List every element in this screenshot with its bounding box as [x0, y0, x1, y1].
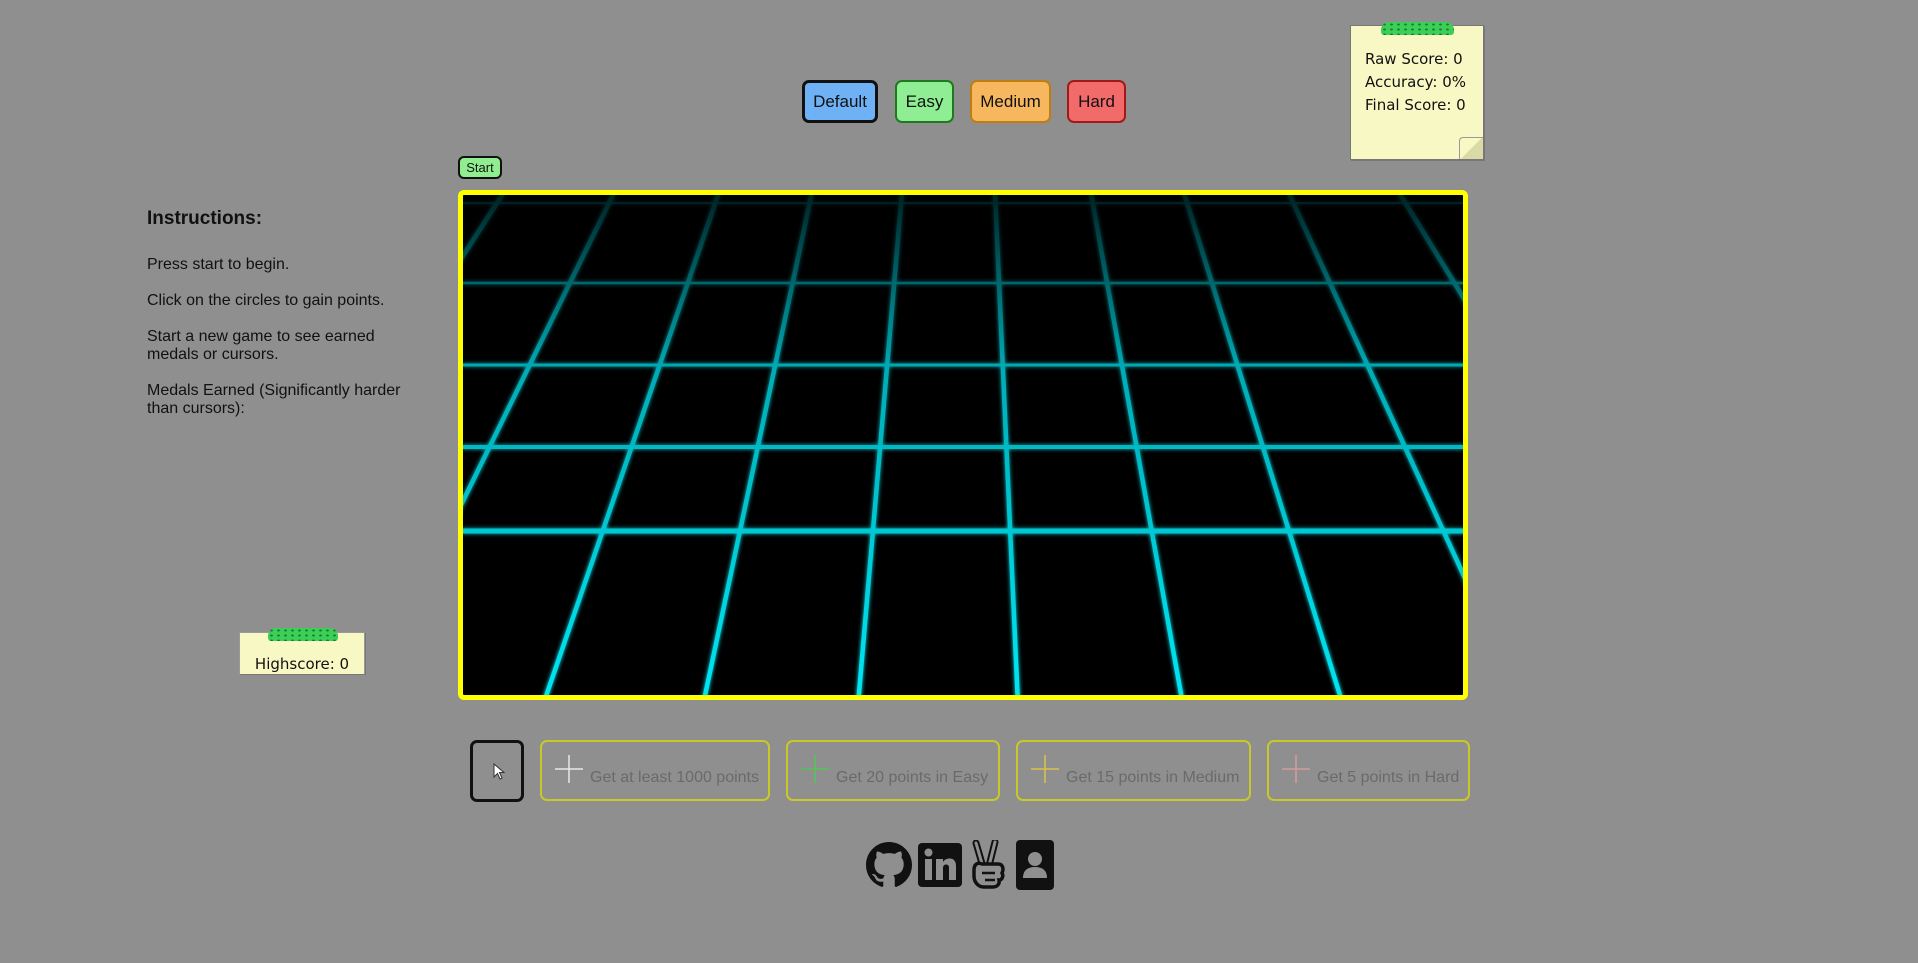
medal-label: Get 15 points in Medium — [1066, 769, 1240, 786]
score-note-tape — [1381, 22, 1454, 35]
linkedin-icon[interactable] — [917, 840, 963, 890]
instructions-panel: Instructions: Press start to begin. Clic… — [147, 208, 417, 436]
hard-difficulty-button[interactable]: Hard — [1067, 80, 1126, 123]
medal-label: Get 20 points in Easy — [836, 769, 989, 786]
cursor-selector[interactable] — [470, 740, 524, 802]
accuracy-text: Accuracy: 0% — [1365, 73, 1467, 91]
arrow-cursor-icon — [493, 763, 506, 780]
note-fold — [1459, 137, 1483, 159]
raw-score-text: Raw Score: 0 — [1365, 50, 1463, 68]
instruction-step: Press start to begin. — [147, 256, 290, 273]
medium-difficulty-button[interactable]: Medium — [970, 80, 1051, 123]
neon-grid — [463, 195, 1463, 695]
medal-hard: Get 5 points in Hard — [1267, 740, 1470, 801]
instructions-heading: Instructions: — [147, 208, 263, 229]
default-difficulty-button[interactable]: Default — [802, 80, 878, 123]
highscore-text: Highscore: 0 — [254, 655, 350, 673]
plus-green-icon — [801, 755, 829, 783]
game-area[interactable] — [458, 190, 1468, 700]
plus-pink-icon — [1282, 755, 1310, 783]
plus-white-icon — [555, 755, 583, 783]
start-button[interactable]: Start — [458, 156, 502, 179]
instruction-step: Click on the circles to gain points. — [147, 292, 385, 309]
instruction-step: Start a new game to see earned medals or… — [147, 328, 375, 363]
instruction-step: Medals Earned (Significantly harder than… — [147, 382, 401, 417]
medal-easy: Get 20 points in Easy — [786, 740, 1000, 801]
contact-card-icon[interactable] — [1012, 840, 1058, 890]
medal-label: Get 5 points in Hard — [1317, 769, 1460, 786]
score-note: Raw Score: 0 Accuracy: 0% Final Score: 0 — [1350, 25, 1484, 160]
highscore-note-tape — [268, 628, 338, 641]
medal-medium: Get 15 points in Medium — [1016, 740, 1251, 801]
medal-label: Get at least 1000 points — [590, 769, 759, 786]
plus-yellow-icon — [1031, 755, 1059, 783]
peace-hand-icon[interactable] — [965, 840, 1011, 890]
easy-difficulty-button[interactable]: Easy — [895, 80, 954, 123]
github-icon[interactable] — [866, 840, 912, 890]
medal-1000-points: Get at least 1000 points — [540, 740, 770, 801]
final-score-text: Final Score: 0 — [1365, 96, 1466, 114]
